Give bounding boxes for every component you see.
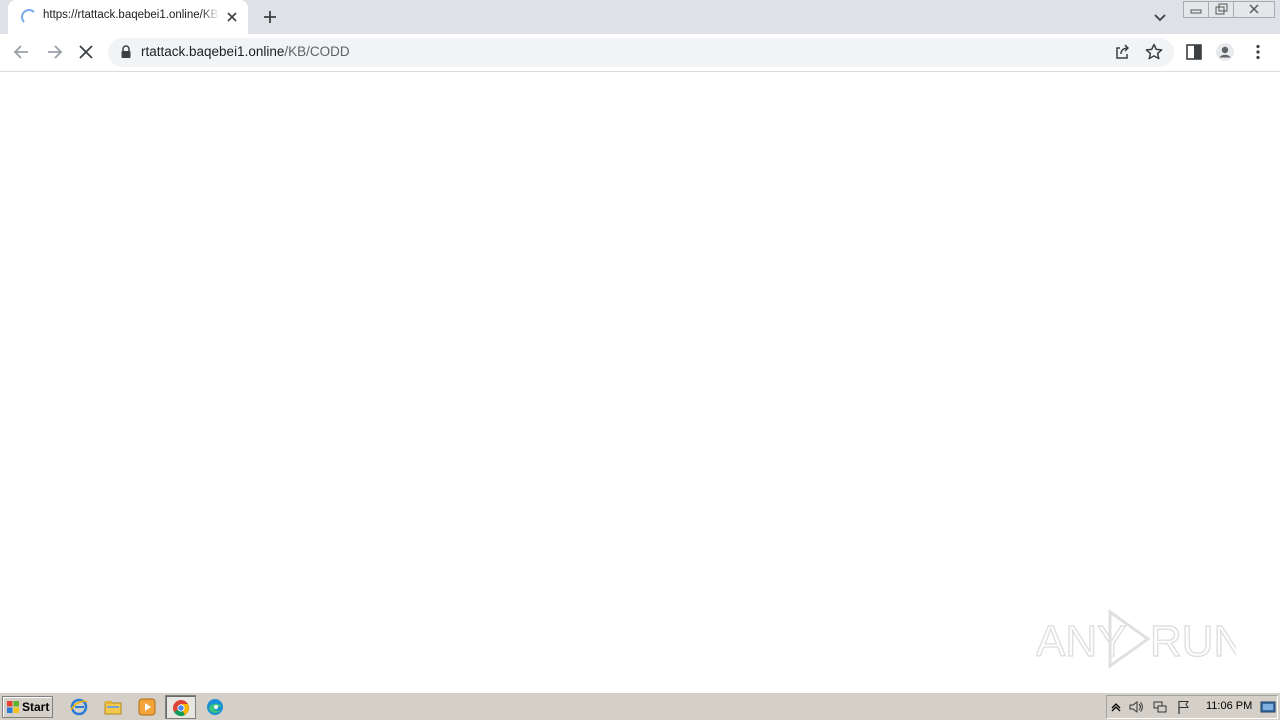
- restore-icon: [1215, 3, 1228, 15]
- minimize-button[interactable]: [1183, 1, 1209, 18]
- close-window-button[interactable]: [1233, 1, 1275, 18]
- volume-icon[interactable]: [1128, 699, 1144, 715]
- taskbar: Start 11:06 PM: [0, 692, 1280, 720]
- address-bar[interactable]: rtattack.baqebei1.online/KB/CODD: [108, 38, 1174, 67]
- more-menu-icon[interactable]: [1248, 42, 1268, 62]
- bookmark-star-icon[interactable]: [1144, 42, 1164, 62]
- lock-icon[interactable]: [120, 45, 132, 59]
- windows-flag-icon: [7, 701, 19, 713]
- network-icon[interactable]: [1152, 699, 1168, 715]
- taskbar-clock[interactable]: 11:06 PM: [1206, 700, 1252, 712]
- svg-text:ANY: ANY: [1036, 617, 1126, 666]
- tab-strip: https://rtattack.baqebei1.online/KB/: [0, 0, 1280, 34]
- forward-arrow-icon[interactable]: [44, 42, 64, 62]
- edge-icon[interactable]: [206, 698, 224, 716]
- new-tab-button[interactable]: [258, 6, 282, 28]
- close-icon: [1249, 4, 1259, 14]
- tab-title: https://rtattack.baqebei1.online/KB/: [43, 9, 219, 25]
- browser-tab[interactable]: https://rtattack.baqebei1.online/KB/: [8, 0, 248, 34]
- window-controls: [1183, 0, 1275, 18]
- svg-text:RUN: RUN: [1150, 617, 1236, 666]
- anyrun-watermark-logo: ANY RUN: [1036, 609, 1236, 669]
- page-content: [0, 72, 1280, 692]
- back-arrow-icon[interactable]: [12, 42, 32, 62]
- browser-toolbar: rtattack.baqebei1.online/KB/CODD: [0, 34, 1280, 72]
- close-tab-icon[interactable]: [224, 9, 240, 25]
- stop-loading-icon[interactable]: [76, 42, 96, 62]
- chrome-taskbar-button[interactable]: [165, 695, 196, 719]
- file-explorer-icon[interactable]: [104, 698, 122, 716]
- start-button[interactable]: Start: [2, 696, 53, 718]
- internet-explorer-icon[interactable]: [70, 698, 88, 716]
- media-player-icon[interactable]: [138, 698, 156, 716]
- url-host: rtattack.baqebei1.online: [141, 44, 285, 59]
- loading-spinner-icon: [21, 9, 37, 25]
- action-center-flag-icon[interactable]: [1176, 699, 1192, 715]
- show-hidden-icons-icon[interactable]: [1108, 699, 1124, 715]
- side-panel-icon[interactable]: [1184, 42, 1204, 62]
- show-desktop-icon[interactable]: [1260, 699, 1276, 715]
- url-path: /KB/CODD: [284, 44, 350, 59]
- start-label: Start: [22, 700, 50, 714]
- chrome-icon: [173, 700, 189, 716]
- minimize-icon: [1190, 9, 1202, 14]
- profile-avatar-icon[interactable]: [1215, 42, 1235, 62]
- tab-search-chevron-down-icon[interactable]: [1150, 7, 1170, 27]
- url-text[interactable]: rtattack.baqebei1.online/KB/CODD: [141, 44, 350, 59]
- share-icon[interactable]: [1112, 42, 1132, 62]
- restore-button[interactable]: [1208, 1, 1234, 18]
